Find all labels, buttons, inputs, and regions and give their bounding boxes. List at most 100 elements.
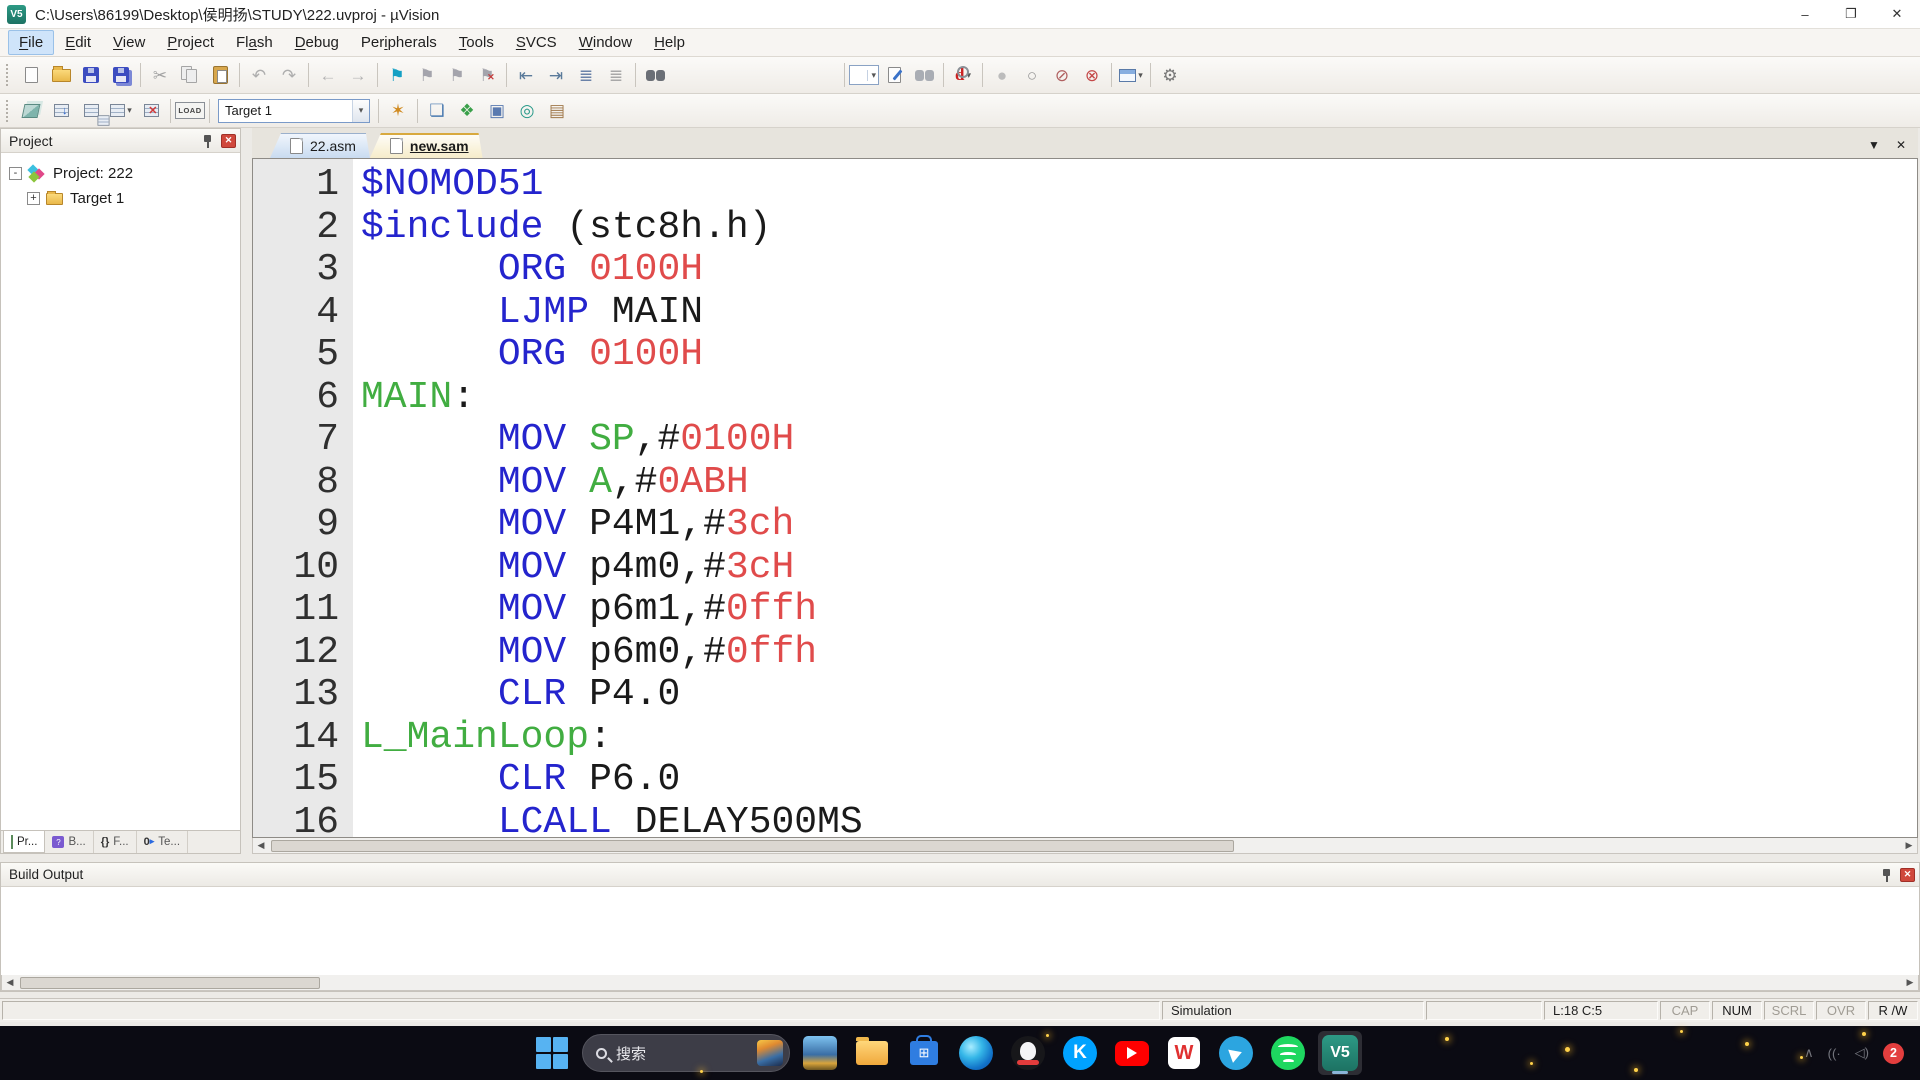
configure-button[interactable]: ⚙: [1155, 61, 1185, 89]
pin-icon[interactable]: [203, 134, 213, 148]
wps-office-icon[interactable]: [1162, 1031, 1206, 1075]
translate-button[interactable]: [16, 97, 46, 125]
tray-chevron-icon[interactable]: ∧: [1804, 1045, 1814, 1061]
tree-item-target[interactable]: + Target 1: [9, 186, 240, 211]
scrollbar-track[interactable]: [269, 839, 1901, 853]
select-packs-button[interactable]: ▣: [482, 97, 512, 125]
find-button[interactable]: [909, 61, 939, 89]
scroll-left-icon[interactable]: ◀: [253, 839, 269, 853]
paste-button[interactable]: [205, 61, 235, 89]
scrollbar-thumb[interactable]: [271, 839, 1234, 852]
comment-button[interactable]: ≣: [571, 61, 601, 89]
volume-icon[interactable]: ◁): [1855, 1045, 1869, 1061]
menu-item-project[interactable]: Project: [156, 30, 225, 55]
menu-item-window[interactable]: Window: [568, 30, 643, 55]
find-doc-button[interactable]: [879, 61, 909, 89]
nav-back-button[interactable]: ←: [313, 61, 343, 89]
prev-bookmark-button[interactable]: ⚑: [412, 61, 442, 89]
menu-item-edit[interactable]: Edit: [54, 30, 102, 55]
scroll-right-icon[interactable]: ▶: [1902, 976, 1918, 990]
find-in-files-button[interactable]: [640, 61, 670, 89]
copy-button[interactable]: [175, 61, 205, 89]
rebuild-button[interactable]: [76, 97, 109, 126]
build-output-close-button[interactable]: ✕: [1900, 867, 1915, 882]
tab-list-dropdown-icon[interactable]: ▼: [1868, 138, 1880, 152]
search-daily-image[interactable]: [757, 1040, 783, 1066]
panel-tab-templates-tab[interactable]: 0Te...: [137, 831, 189, 853]
notification-badge[interactable]: 2: [1883, 1042, 1904, 1064]
unindent-button[interactable]: ⇤: [511, 61, 541, 89]
manage-rte-button[interactable]: ❖: [452, 97, 482, 125]
build-output-content[interactable]: [1, 887, 1919, 975]
start-button[interactable]: [530, 1031, 574, 1075]
toolbar-grip[interactable]: [6, 64, 11, 86]
kill-breakpoints-button[interactable]: ⊗: [1077, 61, 1107, 89]
clear-bookmarks-button[interactable]: ⚑ ✕: [472, 61, 502, 89]
batch-build-button[interactable]: ▾: [106, 97, 136, 125]
close-button[interactable]: ✕: [1874, 0, 1920, 28]
build-button[interactable]: ↓: [46, 97, 76, 125]
menu-item-tools[interactable]: Tools: [448, 30, 505, 55]
telegram-icon[interactable]: [1214, 1031, 1258, 1075]
next-bookmark-button[interactable]: ⚑: [442, 61, 472, 89]
menu-item-debug[interactable]: Debug: [284, 30, 350, 55]
menu-item-svcs[interactable]: SVCS: [505, 30, 568, 55]
qq-icon[interactable]: [1006, 1031, 1050, 1075]
project-panel-close-button[interactable]: ✕: [221, 133, 236, 148]
toggle-breakpoint-button[interactable]: ●: [987, 61, 1017, 89]
minimize-button[interactable]: –: [1782, 0, 1828, 28]
tab-new-sam[interactable]: new.sam: [370, 133, 483, 158]
stop-build-button[interactable]: ✕: [136, 97, 166, 125]
redo-button[interactable]: ↷: [274, 61, 304, 89]
download-button[interactable]: LOAD: [175, 97, 205, 125]
menu-item-view[interactable]: View: [102, 30, 156, 55]
scroll-left-icon[interactable]: ◀: [2, 976, 18, 990]
save-button[interactable]: [76, 61, 106, 89]
new-file-button[interactable]: [16, 61, 46, 89]
save-all-button[interactable]: [106, 61, 136, 89]
file-explorer-icon[interactable]: [850, 1031, 894, 1075]
scroll-right-icon[interactable]: ▶: [1901, 839, 1917, 853]
tab-22-asm[interactable]: 22.asm: [270, 133, 370, 158]
menu-item-help[interactable]: Help: [643, 30, 696, 55]
maximize-button[interactable]: ❐: [1828, 0, 1874, 28]
books-button[interactable]: ▤: [542, 97, 572, 125]
tree-item-project[interactable]: - Project: 222: [9, 161, 240, 186]
menu-item-peripherals[interactable]: Peripherals: [350, 30, 448, 55]
taskbar-search-box[interactable]: 搜索: [582, 1034, 790, 1072]
network-icon[interactable]: ((·: [1828, 1046, 1841, 1061]
panel-tab-books-tab[interactable]: ? B...: [45, 831, 94, 853]
file-extensions-button[interactable]: ❏: [422, 97, 452, 125]
scrollbar-track[interactable]: [18, 976, 1902, 990]
pin-icon[interactable]: [1882, 868, 1892, 882]
scrollbar-thumb[interactable]: [20, 976, 320, 989]
edge-icon[interactable]: [954, 1031, 998, 1075]
widgets-icon[interactable]: [798, 1031, 842, 1075]
pack-installer-button[interactable]: ◎: [512, 97, 542, 125]
editor-horizontal-scrollbar[interactable]: ◀ ▶: [252, 838, 1918, 854]
collapse-icon[interactable]: -: [9, 167, 22, 180]
youtube-icon[interactable]: [1110, 1031, 1154, 1075]
cut-button[interactable]: ✂: [145, 61, 175, 89]
target-select[interactable]: Target 1 ▾: [218, 98, 370, 123]
toolbar-grip[interactable]: [6, 99, 11, 122]
nav-forward-button[interactable]: →: [343, 61, 373, 89]
panel-tab-functions-tab[interactable]: {} F...: [94, 831, 137, 853]
microsoft-store-icon[interactable]: ⊞: [902, 1031, 946, 1075]
enable-breakpoint-button[interactable]: ○: [1017, 61, 1047, 89]
kugou-icon[interactable]: [1058, 1031, 1102, 1075]
close-tab-icon[interactable]: ✕: [1896, 138, 1906, 152]
disable-breakpoints-button[interactable]: ⊘: [1047, 61, 1077, 89]
open-file-button[interactable]: [46, 61, 76, 89]
spotify-icon[interactable]: [1266, 1031, 1310, 1075]
undo-button[interactable]: ↶: [244, 61, 274, 89]
indent-button[interactable]: ⇥: [541, 61, 571, 89]
menu-item-flash[interactable]: Flash: [225, 30, 284, 55]
panel-tab-project-tab[interactable]: Pr...: [3, 831, 46, 853]
expand-icon[interactable]: +: [27, 192, 40, 205]
options-for-target-button[interactable]: ✶: [383, 97, 413, 125]
find-text-combo[interactable]: ▾: [849, 65, 879, 85]
build-output-scrollbar[interactable]: ◀ ▶: [1, 975, 1919, 991]
uvision-icon[interactable]: [1318, 1031, 1362, 1075]
debug-session-button[interactable]: d ▾: [948, 61, 978, 89]
